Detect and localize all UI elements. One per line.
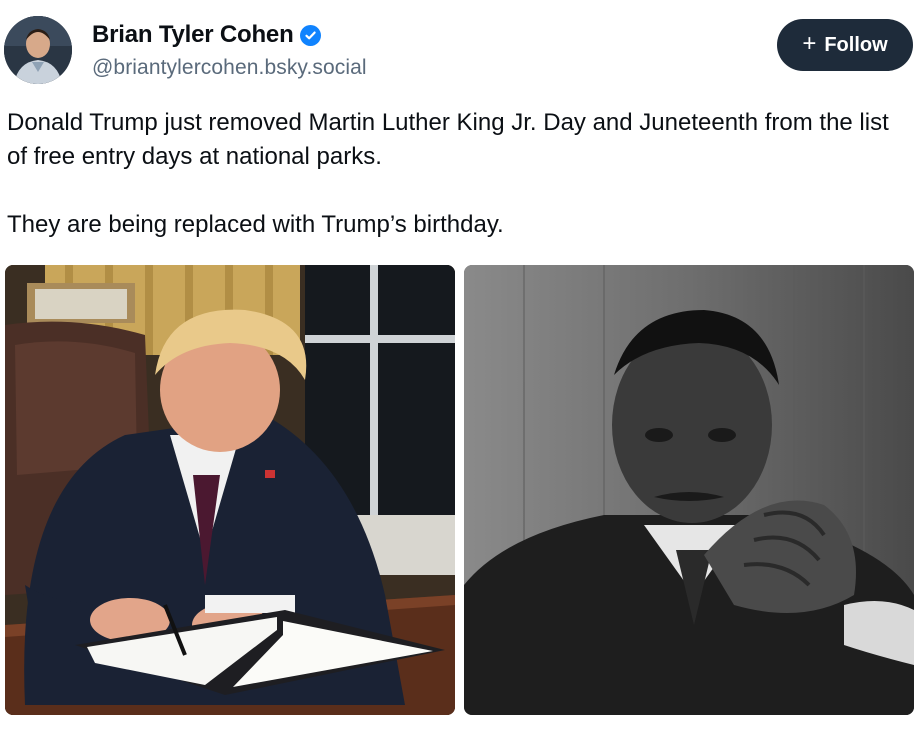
author-handle[interactable]: @briantylercohen.bsky.social [92, 56, 367, 80]
author-info: Brian Tyler Cohen @briantylercohen.bsky.… [92, 20, 367, 80]
image-grid [5, 265, 915, 715]
post-image-oval-office-signing[interactable] [5, 265, 455, 715]
post-image-mlk-portrait[interactable] [464, 265, 914, 715]
follow-button[interactable]: + Follow [777, 19, 913, 71]
post-text: Donald Trump just removed Martin Luther … [7, 106, 912, 276]
display-name[interactable]: Brian Tyler Cohen [92, 21, 294, 49]
name-row: Brian Tyler Cohen [92, 20, 367, 50]
follow-label: Follow [824, 33, 888, 56]
post-paragraph-2: They are being replaced with Trump’s bir… [7, 211, 504, 238]
plus-icon: + [802, 30, 817, 57]
post-paragraph-1: Donald Trump just removed Martin Luther … [7, 109, 889, 170]
verified-check-icon[interactable] [299, 24, 321, 46]
avatar[interactable] [4, 16, 72, 84]
post-card: Brian Tyler Cohen @briantylercohen.bsky.… [0, 0, 924, 738]
